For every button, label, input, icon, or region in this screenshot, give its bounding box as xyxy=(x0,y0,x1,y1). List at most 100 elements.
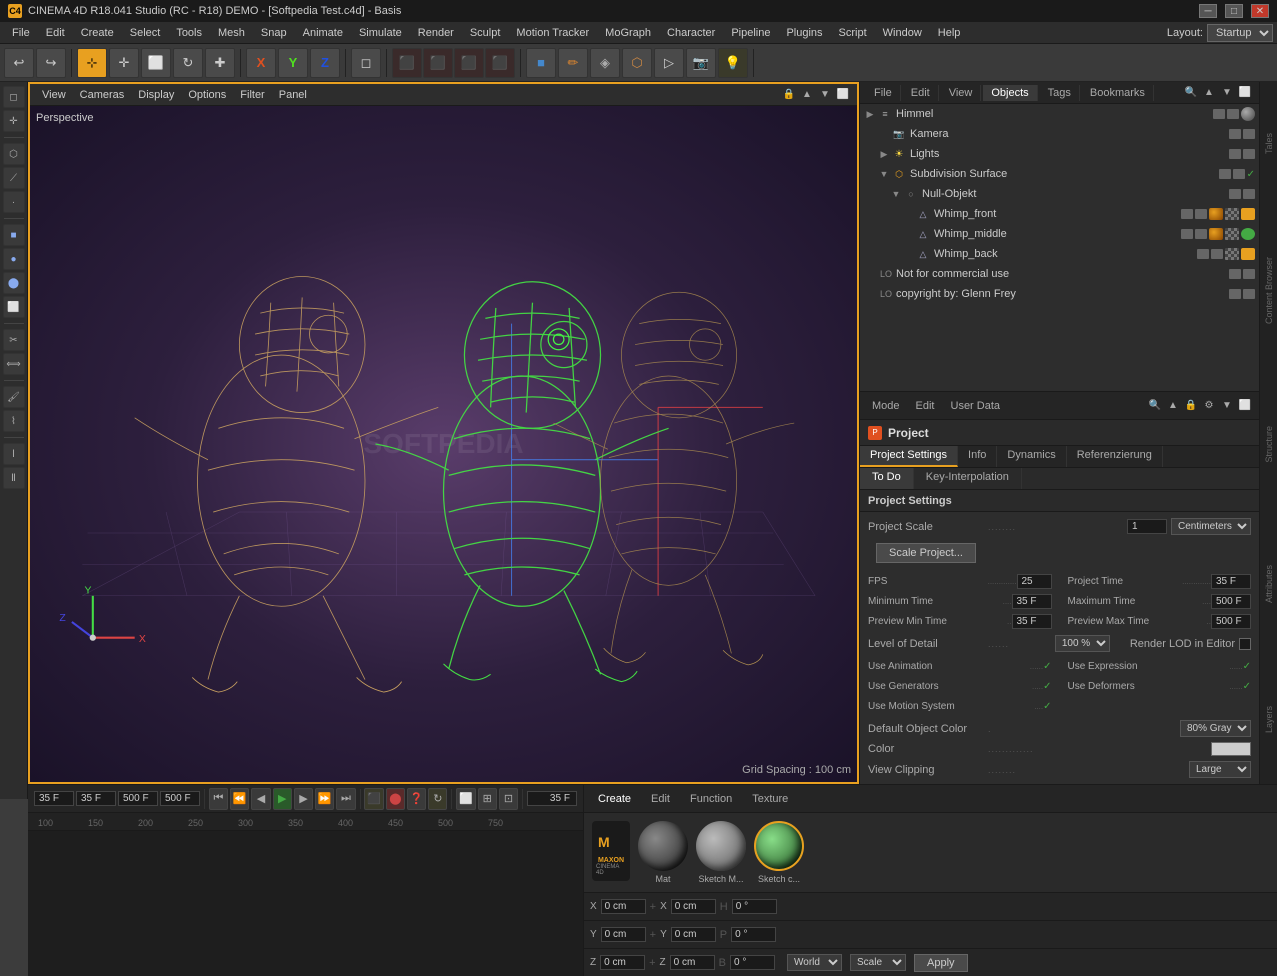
menu-snap[interactable]: Snap xyxy=(253,22,295,43)
scene-tab-file[interactable]: File xyxy=(866,85,901,101)
ltool-knife[interactable]: ✂ xyxy=(3,329,25,351)
prop-select-unit[interactable]: Centimeters Meters xyxy=(1171,518,1251,535)
menu-tools[interactable]: Tools xyxy=(168,22,210,43)
menu-create[interactable]: Create xyxy=(73,22,122,43)
menu-simulate[interactable]: Simulate xyxy=(351,22,410,43)
scene-expand-icon[interactable]: ⬜ xyxy=(1237,85,1253,101)
minimize-button[interactable]: ─ xyxy=(1199,4,1217,18)
coord-h-input[interactable] xyxy=(732,899,777,914)
renderlod-checkbox[interactable] xyxy=(1239,638,1251,650)
coord-z2-input[interactable] xyxy=(670,955,715,970)
scene-tab-objects[interactable]: Objects xyxy=(983,85,1037,101)
cube-icon[interactable]: ■ xyxy=(526,48,556,78)
vp-up-icon[interactable]: ▲ xyxy=(799,87,815,103)
menu-mograph[interactable]: MoGraph xyxy=(597,22,659,43)
previewmax-input[interactable] xyxy=(1211,614,1251,629)
maximize-button[interactable]: □ xyxy=(1225,4,1243,18)
expand-icon-wb[interactable] xyxy=(902,248,914,260)
vp-expand-icon[interactable]: ⬜ xyxy=(835,87,851,103)
coord-y-input[interactable] xyxy=(601,927,646,942)
vp-down-icon[interactable]: ▼ xyxy=(817,87,833,103)
props-subtab-todo[interactable]: To Do xyxy=(860,468,914,489)
scene-down-icon[interactable]: ▼ xyxy=(1219,85,1235,101)
right-label-structure[interactable]: Structure xyxy=(1264,418,1274,471)
mat-item-1[interactable]: Mat xyxy=(638,821,688,884)
prop-select-clipping[interactable]: Large Medium Small xyxy=(1189,761,1251,778)
draw-icon[interactable]: ✏ xyxy=(558,48,588,78)
props-tab-info[interactable]: Info xyxy=(958,446,997,467)
scale-project-button[interactable]: Scale Project... xyxy=(876,543,976,563)
projtime-input[interactable] xyxy=(1211,574,1251,589)
menu-script[interactable]: Script xyxy=(831,22,875,43)
menu-character[interactable]: Character xyxy=(659,22,723,43)
menu-render[interactable]: Render xyxy=(410,22,462,43)
right-label-content[interactable]: Content Browser xyxy=(1264,249,1274,332)
ltool-move[interactable]: ✛ xyxy=(3,110,25,132)
transform-mode-select[interactable]: Scale Rotate Move xyxy=(850,954,906,971)
expand-icon-subdiv[interactable]: ▼ xyxy=(878,168,890,180)
obj-row-himmel[interactable]: ▶ ≡ Himmel xyxy=(860,104,1259,124)
ltool-sphere[interactable]: ● xyxy=(3,248,25,270)
axis-x[interactable]: X xyxy=(246,48,276,78)
redo-button[interactable]: ↪ xyxy=(36,48,66,78)
obj-row-whimp-middle[interactable]: △ Whimp_middle xyxy=(860,224,1259,244)
menu-sculpt[interactable]: Sculpt xyxy=(462,22,509,43)
close-button[interactable]: ✕ xyxy=(1251,4,1269,18)
menu-help[interactable]: Help xyxy=(930,22,969,43)
ltool-point[interactable]: · xyxy=(3,191,25,213)
obj-row-whimp-back[interactable]: △ Whimp_back xyxy=(860,244,1259,264)
props-lock-icon[interactable]: 🔒 xyxy=(1183,398,1199,414)
vp-menu-display[interactable]: Display xyxy=(132,87,180,103)
camera-icon-btn[interactable]: 📷 xyxy=(686,48,716,78)
timeline-content[interactable] xyxy=(28,831,583,976)
vp-menu-filter[interactable]: Filter xyxy=(234,87,270,103)
prop-select-defcolor[interactable]: 80% Gray White Black xyxy=(1180,720,1251,737)
viewport[interactable]: Perspective SOFTPEDIA xyxy=(30,106,857,782)
props-tab-settings[interactable]: Project Settings xyxy=(860,446,958,467)
menu-select[interactable]: Select xyxy=(122,22,169,43)
rotate-tool[interactable]: ↻ xyxy=(173,48,203,78)
coord-system-select[interactable]: World Object xyxy=(787,954,842,971)
menu-window[interactable]: Window xyxy=(875,22,930,43)
menu-pipeline[interactable]: Pipeline xyxy=(723,22,778,43)
next-btn[interactable]: ⬛ xyxy=(485,48,515,78)
fps-input[interactable] xyxy=(1017,574,1052,589)
ltool-cylinder[interactable]: ⬤ xyxy=(3,272,25,294)
menu-mesh[interactable]: Mesh xyxy=(210,22,253,43)
obj-row-copyright[interactable]: LO copyright by: Glenn Frey xyxy=(860,284,1259,304)
expand-icon-cp[interactable] xyxy=(864,288,876,300)
scale-tool[interactable]: ⬜ xyxy=(141,48,171,78)
bool-icon[interactable]: ⬡ xyxy=(622,48,652,78)
props-expand-icon[interactable]: ⬜ xyxy=(1237,398,1253,414)
select-tool[interactable]: ⊹ xyxy=(77,48,107,78)
layout-dropdown[interactable]: Startup xyxy=(1207,24,1273,42)
vp-menu-view[interactable]: View xyxy=(36,87,72,103)
coord-x-input[interactable] xyxy=(601,899,646,914)
apply-button[interactable]: Apply xyxy=(914,954,968,972)
scene-tab-edit[interactable]: Edit xyxy=(903,85,939,101)
coord-z-input[interactable] xyxy=(600,955,645,970)
props-search-icon[interactable]: 🔍 xyxy=(1147,398,1163,414)
move-tool[interactable]: ✛ xyxy=(109,48,139,78)
coord-y2-input[interactable] xyxy=(671,927,716,942)
menu-file[interactable]: File xyxy=(4,22,38,43)
vp-menu-panel[interactable]: Panel xyxy=(273,87,313,103)
right-label-attributes[interactable]: Attributes xyxy=(1264,557,1274,611)
add-tool[interactable]: ✚ xyxy=(205,48,235,78)
ltool-plane[interactable]: ⬜ xyxy=(3,296,25,318)
expand-icon[interactable]: ▶ xyxy=(864,108,876,120)
maxtime-input[interactable] xyxy=(1211,594,1251,609)
right-label-tales[interactable]: Tales xyxy=(1264,125,1274,162)
obj-row-notcommercial[interactable]: LO Not for commercial use xyxy=(860,264,1259,284)
props-subtab-keyinterp[interactable]: Key-Interpolation xyxy=(914,468,1022,489)
props-down-icon[interactable]: ▼ xyxy=(1219,398,1235,414)
coord-x2-input[interactable] xyxy=(671,899,716,914)
obj-row-subdivision[interactable]: ▼ ⬡ Subdivision Surface ✓ xyxy=(860,164,1259,184)
vp-lock-icon[interactable]: 🔒 xyxy=(781,87,797,103)
menu-plugins[interactable]: Plugins xyxy=(778,22,830,43)
coord-b-input[interactable] xyxy=(730,955,775,970)
props-mode[interactable]: Mode xyxy=(866,398,906,414)
play-btn[interactable]: ⬛ xyxy=(423,48,453,78)
extrude-icon[interactable]: ▷ xyxy=(654,48,684,78)
expand-icon-wm[interactable] xyxy=(902,228,914,240)
